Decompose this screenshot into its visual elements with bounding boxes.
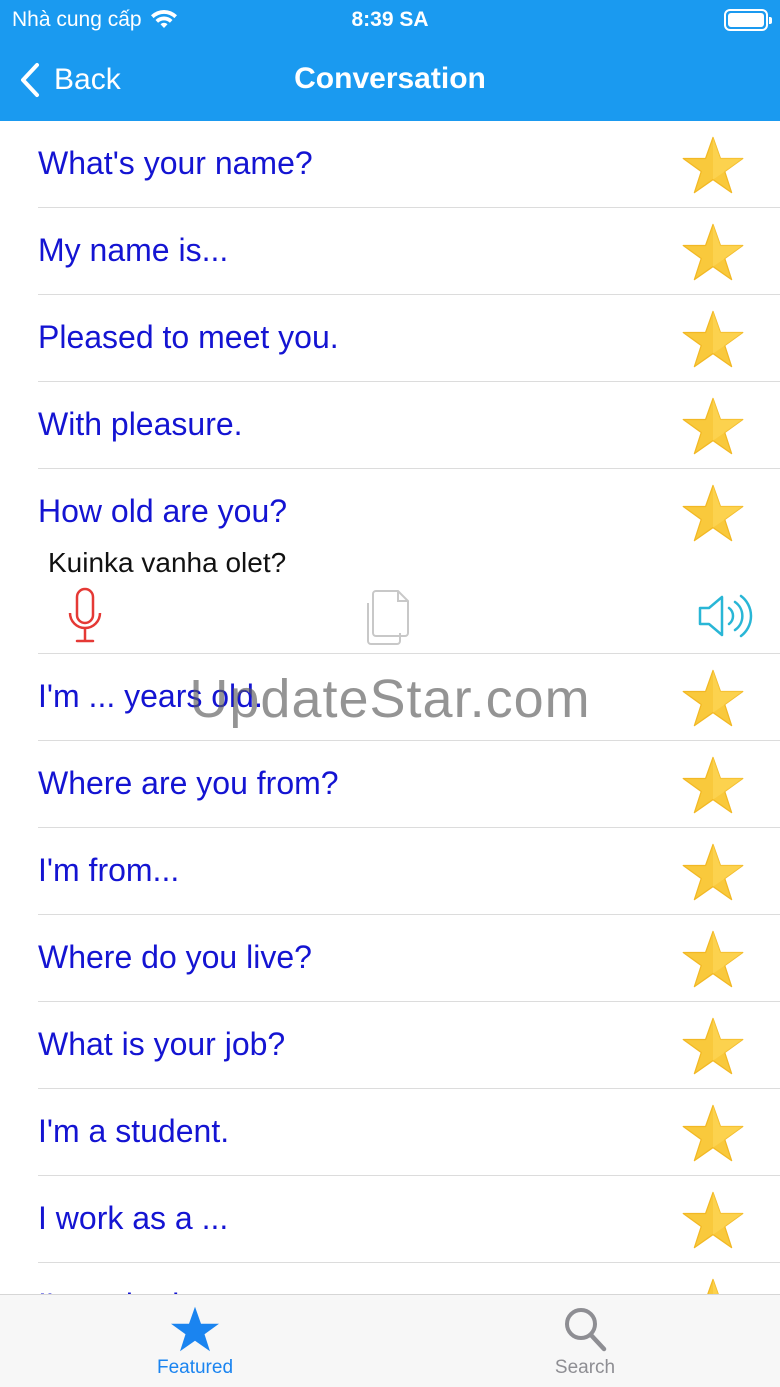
phrase-text: Where do you live? xyxy=(38,939,312,975)
battery-icon xyxy=(724,9,772,31)
favorite-star-icon[interactable] xyxy=(682,222,744,282)
favorite-star-icon[interactable] xyxy=(682,135,744,195)
favorite-star-icon[interactable] xyxy=(682,1277,744,1294)
status-time: 8:39 SA xyxy=(351,8,429,31)
list-item[interactable]: Where do you live? xyxy=(0,915,780,1002)
tab-search-label: Search xyxy=(554,1357,616,1378)
favorite-star-icon[interactable] xyxy=(682,755,744,815)
top-bar: Nhà cung cấp 8:39 SA Back Conversation xyxy=(0,0,780,121)
favorite-star-icon[interactable] xyxy=(682,396,744,456)
favorite-star-icon[interactable] xyxy=(682,1190,744,1250)
phrase-actions xyxy=(0,587,780,649)
phrase-text: I'm a student. xyxy=(38,1113,230,1149)
list-item[interactable]: What is your job? xyxy=(0,1002,780,1089)
phrase-text: I'm retired. xyxy=(38,1287,188,1294)
tab-featured[interactable]: Featured xyxy=(0,1295,390,1387)
list-item[interactable]: How old are you? Kuinka vanha olet? xyxy=(0,469,780,654)
list-item[interactable]: I'm ... years old. xyxy=(0,654,780,741)
phrase-text: I'm from... xyxy=(38,852,180,888)
page-title: Conversation xyxy=(294,62,486,95)
tab-search[interactable]: Search xyxy=(390,1295,780,1387)
phrase-list[interactable]: What's your name? My name is... Pleased to… xyxy=(0,121,780,1294)
list-item[interactable]: I work as a ... xyxy=(0,1176,780,1263)
favorite-star-icon[interactable] xyxy=(682,309,744,369)
list-item[interactable]: I'm a student. xyxy=(0,1089,780,1176)
list-item[interactable]: I'm from... xyxy=(0,828,780,915)
favorite-star-icon[interactable] xyxy=(682,483,744,543)
favorite-star-icon[interactable] xyxy=(682,1103,744,1163)
copy-icon[interactable] xyxy=(364,587,416,647)
list-item[interactable]: Pleased to meet you. xyxy=(0,295,780,382)
phrase-text: I'm ... years old. xyxy=(38,678,263,714)
list-item[interactable]: I'm retired. xyxy=(0,1263,780,1294)
tab-featured-label: Featured xyxy=(156,1357,234,1378)
status-bar: Nhà cung cấp 8:39 SA xyxy=(0,0,780,40)
phrase-text: What's your name? xyxy=(38,145,313,181)
microphone-icon[interactable] xyxy=(66,587,104,647)
phrase-text: Where are you from? xyxy=(38,765,339,801)
phrase-text: My name is... xyxy=(38,232,229,268)
favorite-star-icon[interactable] xyxy=(682,1016,744,1076)
tab-bar: Featured Search xyxy=(0,1294,780,1387)
phrase-text: Pleased to meet you. xyxy=(38,319,339,355)
speaker-icon[interactable] xyxy=(697,593,757,639)
phrase-text: With pleasure. xyxy=(38,406,243,442)
phrase-text: How old are you? xyxy=(38,493,288,529)
translation-text: Kuinka vanha olet? xyxy=(48,547,287,578)
favorite-star-icon[interactable] xyxy=(682,929,744,989)
navigation-bar: Back Conversation xyxy=(0,40,780,121)
phrase-text: I work as a ... xyxy=(38,1200,229,1236)
favorite-star-icon[interactable] xyxy=(682,668,744,728)
search-icon xyxy=(565,1308,607,1352)
list-item[interactable]: With pleasure. xyxy=(0,382,780,469)
list-item[interactable]: What's your name? xyxy=(0,121,780,208)
list-item[interactable]: My name is... xyxy=(0,208,780,295)
phrase-text: What is your job? xyxy=(38,1026,286,1062)
star-icon xyxy=(171,1306,219,1352)
list-item[interactable]: Where are you from? xyxy=(0,741,780,828)
favorite-star-icon[interactable] xyxy=(682,842,744,902)
